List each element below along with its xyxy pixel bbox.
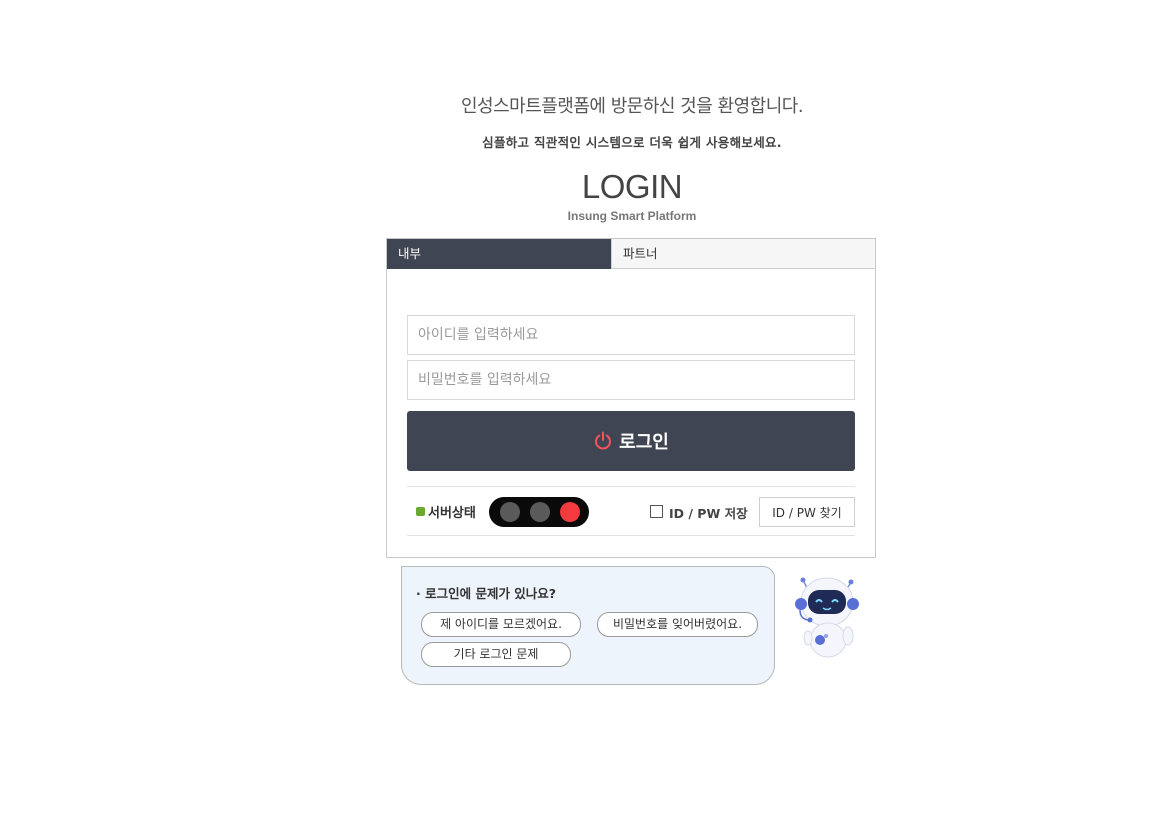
other-login-issue-button[interactable]: 기타 로그인 문제: [421, 642, 571, 667]
help-title: · 로그인에 문제가 있나요?: [416, 586, 557, 601]
tab-partner[interactable]: 파트너: [611, 239, 875, 269]
status-marker-icon: [416, 507, 425, 516]
forgot-id-button[interactable]: 제 아이디를 모르겠어요.: [421, 612, 581, 637]
power-icon: [595, 431, 612, 450]
login-button-label: 로그인: [619, 432, 669, 452]
login-panel: 내부 파트너 로그인 서버상태 ID / PW 저장 ID / PW 찾기: [386, 238, 876, 558]
status-light-1: [500, 502, 520, 522]
welcome-subtitle: 심플하고 직관적인 시스템으로 더욱 쉽게 사용해보세요.: [482, 135, 782, 150]
server-status-row: 서버상태 ID / PW 저장 ID / PW 찾기: [407, 486, 855, 536]
robot-mascot-icon: [795, 577, 859, 658]
forgot-password-button[interactable]: 비밀번호를 잊어버렸어요.: [597, 612, 758, 637]
login-button[interactable]: 로그인: [407, 411, 855, 471]
password-input[interactable]: [407, 360, 855, 400]
status-light-3: [560, 502, 580, 522]
save-credentials-label[interactable]: ID / PW 저장: [669, 503, 748, 522]
find-credentials-button[interactable]: ID / PW 찾기: [759, 497, 855, 527]
server-status-label: 서버상태: [428, 506, 476, 521]
server-status-lights: [489, 497, 589, 527]
login-help-box: · 로그인에 문제가 있나요? 제 아이디를 모르겠어요. 비밀번호를 잊어버렸…: [401, 566, 775, 685]
tab-internal[interactable]: 내부: [387, 239, 611, 269]
id-input[interactable]: [407, 315, 855, 355]
status-light-2: [530, 502, 550, 522]
welcome-message: 인성스마트플랫폼에 방문하신 것을 환영합니다.: [460, 96, 804, 117]
platform-name: Insung Smart Platform: [567, 209, 697, 223]
login-title: LOGIN: [581, 168, 683, 205]
save-credentials-checkbox[interactable]: [650, 505, 663, 518]
login-tabs: 내부 파트너: [387, 239, 875, 269]
